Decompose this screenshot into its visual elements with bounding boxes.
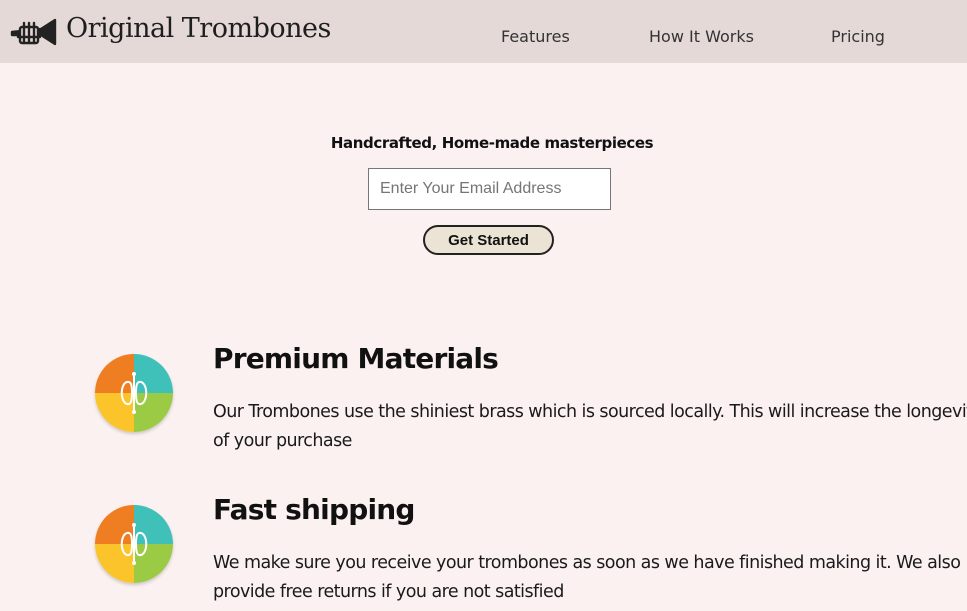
feature-description: Our Trombones use the shiniest brass whi… <box>213 402 967 451</box>
colorful-quadrant-logo-icon <box>95 505 173 583</box>
feature-title: Fast shipping <box>213 493 415 526</box>
feature-description: We make sure you receive your trombones … <box>213 553 961 602</box>
nav-link-how-it-works[interactable]: How It Works <box>649 27 754 46</box>
trumpet-icon[interactable] <box>10 17 57 47</box>
nav-link-pricing[interactable]: Pricing <box>831 27 885 46</box>
brand-name[interactable]: Original Trombones <box>66 13 331 44</box>
site-header: Original Trombones Features How It Works… <box>0 0 967 63</box>
nav-link-features[interactable]: Features <box>501 27 570 46</box>
colorful-quadrant-logo-icon <box>95 354 173 432</box>
hero-heading: Handcrafted, Home-made masterpieces <box>330 134 654 152</box>
feature-title: Premium Materials <box>213 342 499 375</box>
email-input[interactable] <box>368 168 611 210</box>
get-started-button[interactable]: Get Started <box>423 225 554 255</box>
